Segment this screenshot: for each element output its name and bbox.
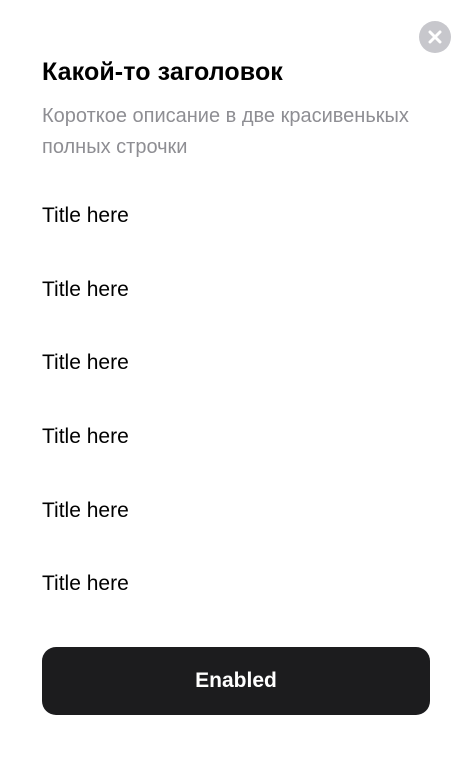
close-button[interactable] bbox=[419, 21, 451, 53]
sheet-title: Какой-то заголовок bbox=[42, 58, 283, 86]
list-item[interactable]: Title here bbox=[42, 492, 129, 529]
enabled-button[interactable]: Enabled bbox=[42, 647, 430, 715]
list-item[interactable]: Title here bbox=[42, 271, 129, 308]
list-item[interactable]: Title here bbox=[42, 418, 129, 455]
list-item[interactable]: Title here bbox=[42, 344, 129, 381]
options-list: Title here Title here Title here Title h… bbox=[42, 197, 129, 602]
sheet-subtitle: Короткое описание в две красивенькых пол… bbox=[42, 105, 409, 158]
list-item[interactable]: Title here bbox=[42, 197, 129, 234]
bottom-sheet: Какой-то заголовок Короткое описание в д… bbox=[0, 0, 473, 768]
close-icon bbox=[428, 30, 442, 44]
list-item[interactable]: Title here bbox=[42, 565, 129, 602]
